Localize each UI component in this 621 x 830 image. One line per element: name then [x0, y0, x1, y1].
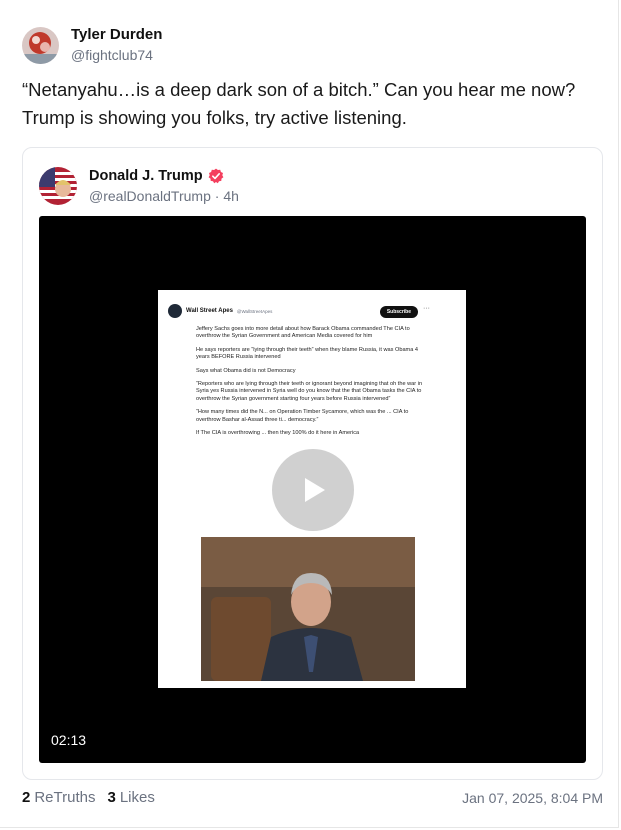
quoted-meta: @realDonaldTrump · 4h [89, 188, 239, 204]
verified-badge-icon [208, 168, 223, 184]
thumbnail-account-name: Wall Street Apes [186, 308, 233, 314]
thumbnail-paragraph: Says what Obama did is not Democracy [196, 367, 296, 374]
post-timestamp[interactable]: Jan 07, 2025, 8:04 PM [462, 790, 603, 806]
post-text-line-2: Trump is showing you folks, try active l… [22, 107, 407, 128]
thumbnail-speaker-photo [201, 537, 415, 681]
post-card: Tyler Durden @fightclub74 “Netanyahu…is … [0, 0, 619, 828]
thumbnail-avatar [168, 304, 182, 318]
quoted-post-header: Donald J. Trump @realDonaldTrump · 4h [39, 167, 239, 205]
quoted-handle[interactable]: @realDonaldTrump [89, 188, 211, 204]
thumbnail-paragraph: If The CIA is overthrowing ... then they… [196, 430, 360, 437]
thumbnail-paragraph: Jeffery Sachs goes into more detail abou… [196, 326, 410, 340]
thumbnail-text: Jeffery Sachs goes into more detail abou… [196, 326, 426, 443]
post-text: “Netanyahu…is a deep dark son of a bitch… [22, 76, 602, 132]
avatar[interactable] [22, 26, 59, 64]
thumbnail-account: Wall Street Apes @WallStreetApes [168, 304, 272, 318]
play-icon [305, 478, 325, 502]
thumbnail-paragraph: He says reporters are “lying through the… [196, 346, 418, 361]
likes-stat[interactable]: 3 Likes [107, 789, 154, 806]
thumbnail-subscribe-label: Subscribe [379, 306, 418, 318]
quoted-avatar[interactable] [39, 167, 77, 205]
thumbnail-more-icon: ··· [423, 305, 430, 312]
post-header: Tyler Durden @fightclub74 [22, 26, 162, 64]
video-duration: 02:13 [51, 732, 87, 748]
post-text-line-1: “Netanyahu…is a deep dark son of a bitch… [22, 79, 576, 100]
retruths-stat[interactable]: 2 ReTruths [22, 789, 95, 806]
thumbnail-paragraph: “How many times did the N... on Operatio… [196, 409, 409, 423]
quoted-author-names: Donald J. Trump @realDonaldTrump · 4h [89, 168, 239, 204]
retruths-count: 2 [22, 789, 31, 806]
retruths-label: ReTruths [34, 789, 96, 806]
likes-count: 3 [107, 789, 116, 806]
likes-label: Likes [119, 789, 155, 806]
video-player[interactable]: Wall Street Apes @WallStreetApes Subscri… [39, 216, 586, 763]
quoted-post[interactable]: Donald J. Trump @realDonaldTrump · 4h Wa [22, 147, 603, 780]
quoted-time[interactable]: 4h [223, 188, 239, 204]
meta-separator: · [214, 188, 220, 204]
author-display-name[interactable]: Tyler Durden [71, 26, 162, 44]
play-button[interactable] [272, 449, 354, 531]
author-names: Tyler Durden @fightclub74 [71, 26, 162, 64]
thumbnail-account-handle: @WallStreetApes [236, 308, 273, 314]
thumbnail-paragraph: “Reporters who are lying through their t… [196, 381, 423, 402]
quoted-display-name[interactable]: Donald J. Trump [89, 168, 203, 184]
author-handle[interactable]: @fightclub74 [71, 46, 162, 64]
quoted-name-row: Donald J. Trump [89, 168, 239, 184]
post-footer: 2 ReTruths 3 Likes Jan 07, 2025, 8:04 PM [22, 789, 603, 806]
